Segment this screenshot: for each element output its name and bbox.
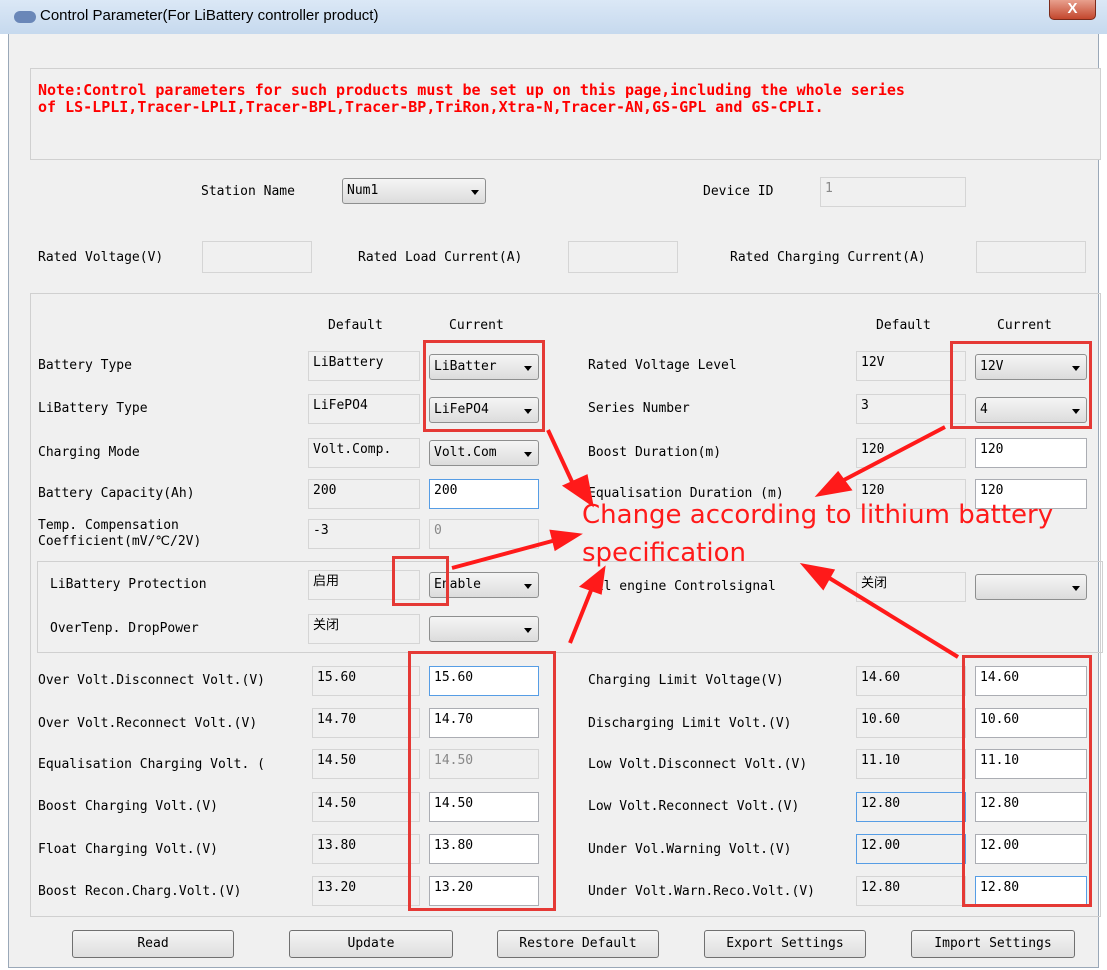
annotation-text: Change according to lithium battery spec… (582, 496, 1053, 572)
arrow-line (546, 429, 576, 487)
annotation-line-1: Change according to lithium battery (582, 500, 1054, 530)
arrow-head (549, 529, 583, 552)
arrow-line (841, 425, 946, 483)
arrow-line (568, 587, 594, 644)
arrow-head (578, 565, 606, 595)
arrow-line (451, 538, 557, 570)
arrow-line (824, 574, 960, 659)
annotation-line-2: specification (582, 538, 746, 568)
arrow-head (814, 470, 853, 497)
annotation-arrows (451, 425, 960, 659)
